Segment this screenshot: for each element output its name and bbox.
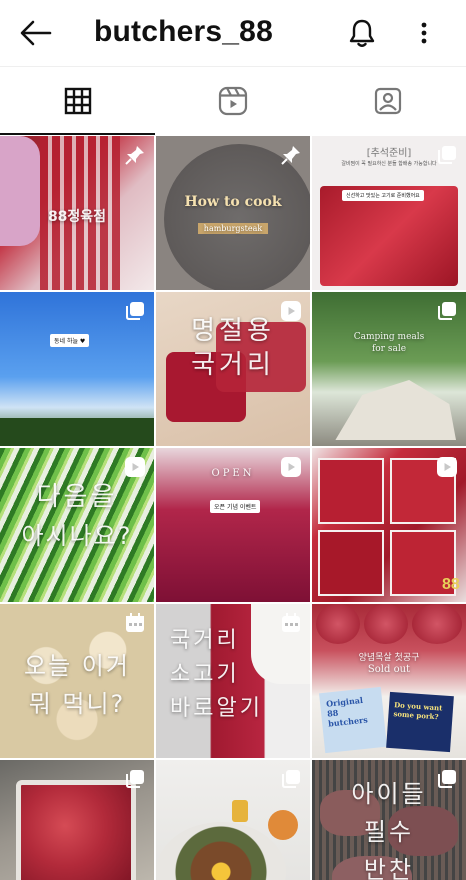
carousel-icon: [438, 770, 456, 788]
post-tile[interactable]: [0, 760, 154, 880]
post-image: [318, 458, 384, 524]
post-image: [320, 186, 458, 286]
post-overlay-text: Sold out: [367, 664, 411, 675]
post-overlay-title: How to cook: [184, 194, 282, 210]
reel-icon: [281, 457, 301, 477]
reel-icon: [437, 457, 457, 477]
post-overlay-text: 국거리: [191, 350, 275, 380]
post-tile[interactable]: 다음을 아시나요?: [0, 448, 154, 602]
post-tile[interactable]: 오늘 이거 뭐 먹니?: [0, 604, 154, 758]
tagged-icon: [374, 87, 401, 115]
post-image: [364, 604, 408, 644]
post-tile[interactable]: 명절용 국거리: [156, 292, 310, 446]
reel-icon: [281, 301, 301, 321]
more-vertical-icon: [421, 22, 427, 44]
post-image: [0, 136, 40, 246]
reels-icon: [218, 86, 247, 116]
tab-reels[interactable]: [155, 67, 310, 135]
reel-icon: [125, 457, 145, 477]
product-box: Do you want some pork?: [386, 691, 454, 753]
post-tile[interactable]: Camping meals for sale: [312, 292, 466, 446]
post-tile[interactable]: 88정육점: [0, 136, 154, 290]
profile-tabs: [0, 66, 466, 135]
more-options-button[interactable]: [408, 14, 440, 52]
profile-username: butchers_88: [94, 15, 273, 48]
post-overlay-text: for sale: [371, 344, 407, 354]
post-tile[interactable]: How to cook hamburgsteak: [156, 136, 310, 290]
post-image: [412, 604, 462, 644]
post-overlay-text: 88정육점: [47, 209, 107, 225]
post-overlay-text: 88: [442, 576, 460, 593]
back-button[interactable]: [16, 15, 56, 51]
post-overlay-text: 오늘 이거: [24, 652, 130, 680]
post-tile[interactable]: [156, 760, 310, 880]
post-tile[interactable]: 아이들 필수 반찬: [312, 760, 466, 880]
post-overlay-subtitle: hamburgsteak: [197, 223, 269, 234]
post-image: [16, 780, 136, 880]
post-overlay-title: 양념목살 첫공구: [358, 653, 420, 663]
post-overlay-text: 다음을: [36, 482, 118, 512]
post-image: [318, 530, 384, 596]
tab-posts-grid[interactable]: [0, 67, 155, 135]
post-image: [268, 810, 298, 840]
post-tile[interactable]: 동네 하늘 ♥: [0, 292, 154, 446]
calendar-icon: [282, 613, 300, 632]
notifications-button[interactable]: [342, 14, 382, 52]
tab-tagged[interactable]: [310, 67, 465, 135]
bell-icon: [349, 19, 375, 47]
post-image: [316, 604, 360, 644]
posts-grid: 88정육점 How to cook hamburgsteak [추석준비] 갈비…: [0, 134, 466, 880]
post-overlay-text: 필수: [363, 818, 415, 846]
post-caption: 오픈 기념 이벤트: [210, 500, 261, 513]
carousel-icon: [438, 146, 456, 164]
post-image: [232, 800, 248, 822]
post-overlay-text: 뭐 먹니?: [28, 690, 126, 718]
post-tile[interactable]: OPEN 오픈 기념 이벤트: [156, 448, 310, 602]
back-arrow-icon: [20, 20, 52, 46]
carousel-icon: [126, 770, 144, 788]
post-caption: 동네 하늘 ♥: [50, 334, 90, 347]
post-tile[interactable]: 88: [312, 448, 466, 602]
top-bar: butchers_88: [0, 0, 466, 66]
post-caption: 신선하고 맛있는 고기로 준비했어요: [342, 190, 424, 201]
grid-icon: [64, 87, 91, 115]
post-overlay-text: 반찬: [363, 856, 415, 880]
pin-icon: [281, 146, 300, 165]
pin-icon: [125, 146, 144, 165]
post-image: [156, 822, 286, 880]
post-tile[interactable]: 국거리 소고기 바로알기: [156, 604, 310, 758]
carousel-icon: [282, 770, 300, 788]
carousel-icon: [126, 302, 144, 320]
post-overlay-text: 아시나요?: [21, 522, 133, 550]
post-overlay-text: 소고기: [170, 662, 240, 687]
product-box: Original 88 butchers: [319, 686, 387, 754]
calendar-icon: [126, 613, 144, 632]
post-tile[interactable]: 양념목살 첫공구 Sold out Original 88 butchers D…: [312, 604, 466, 758]
carousel-icon: [438, 302, 456, 320]
post-image: [0, 418, 154, 446]
post-tile[interactable]: [추석준비] 갈비찜이 꼭 필요하신 분들 합배송 가능합니다 신선하고 맛있는…: [312, 136, 466, 290]
post-overlay-text: 바로알기: [170, 696, 263, 721]
post-image: [335, 380, 456, 440]
post-overlay-text: Camping meals: [353, 332, 425, 342]
